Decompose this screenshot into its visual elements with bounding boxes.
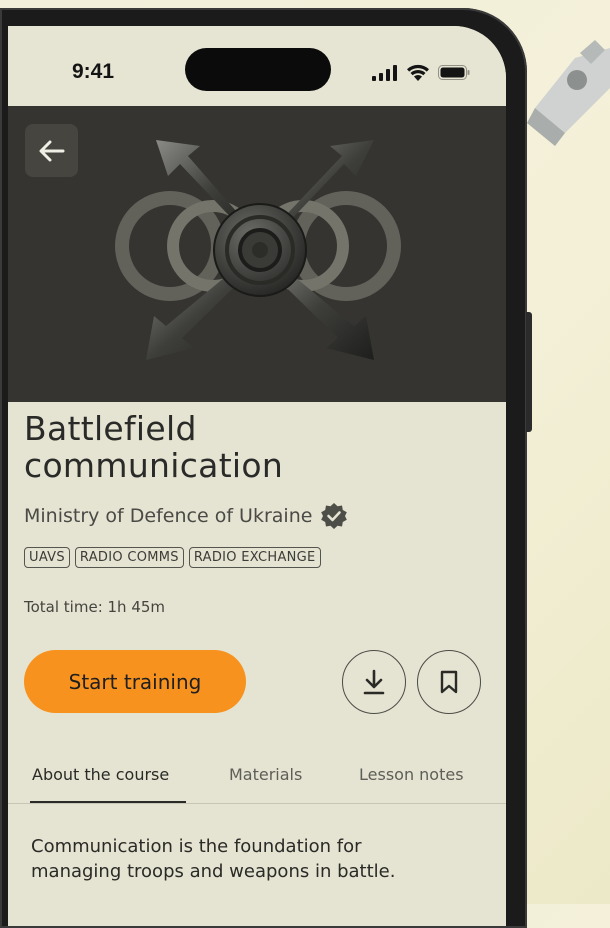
robot-arm-illustration (527, 40, 610, 146)
description-line-2: managing troops and weapons in battle. (31, 861, 396, 882)
description-line-1: Communication is the foundation for (31, 836, 362, 857)
dynamic-island (185, 48, 331, 91)
course-title-line-1: Battlefield (24, 409, 197, 448)
tag: RADIO COMMS (74, 547, 184, 568)
course-actions: Start training (24, 650, 484, 714)
status-bar: 9:41 (8, 26, 506, 106)
tag: UAVS (24, 547, 70, 568)
tab-materials[interactable]: Materials (229, 765, 302, 784)
arrow-left-icon (39, 140, 64, 161)
tabs-divider (8, 803, 506, 804)
battery-icon (438, 65, 470, 80)
course-hero (8, 106, 506, 402)
start-training-button[interactable]: Start training (24, 650, 246, 713)
phone-side-button (526, 312, 532, 432)
course-title: Battlefield communication (24, 410, 484, 484)
back-button[interactable] (25, 124, 78, 177)
publisher[interactable]: Ministry of Defence of Ukraine (24, 502, 348, 530)
wifi-icon (407, 64, 429, 81)
course-title-line-2: communication (24, 446, 284, 485)
cellular-signal-icon (372, 64, 397, 81)
total-time: Total time: 1h 45m (24, 598, 166, 616)
bookmark-icon (440, 670, 458, 694)
bookmark-button[interactable] (417, 650, 481, 714)
download-icon (363, 669, 385, 695)
course-emblem-illustration (115, 140, 401, 360)
verified-badge-icon (321, 503, 348, 529)
download-button[interactable] (342, 650, 406, 714)
tag: RADIO EXCHANGE (188, 547, 321, 568)
status-time: 9:41 (72, 60, 115, 83)
tab-lesson-notes[interactable]: Lesson notes (359, 765, 464, 784)
course-tags: UAVS RADIO COMMS RADIO EXCHANGE (24, 547, 321, 568)
publisher-name: Ministry of Defence of Ukraine (24, 505, 313, 527)
course-tabs: About the course Materials Lesson notes (0, 735, 506, 805)
status-icons (372, 64, 470, 81)
course-details: Battlefield communication Ministry of De… (24, 410, 484, 714)
course-description: Communication is the foundation for mana… (31, 834, 471, 884)
tab-about-the-course[interactable]: About the course (32, 765, 169, 784)
